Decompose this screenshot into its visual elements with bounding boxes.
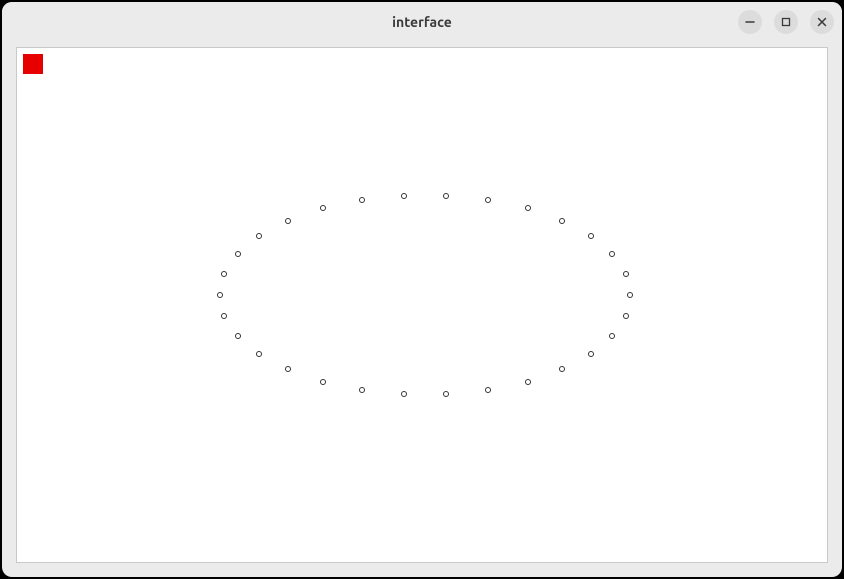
ellipse-dot xyxy=(217,292,223,298)
ellipse-dot xyxy=(443,193,449,199)
ellipse-dot xyxy=(525,379,531,385)
drawing-canvas[interactable] xyxy=(17,48,827,562)
ellipse-dot xyxy=(623,313,629,319)
window-title: interface xyxy=(392,14,452,30)
ellipse-dot xyxy=(401,391,407,397)
close-icon xyxy=(817,17,827,27)
ellipse-dot xyxy=(559,366,565,372)
ellipse-dot xyxy=(623,271,629,277)
ellipse-dot xyxy=(235,251,241,257)
maximize-icon xyxy=(781,17,791,27)
ellipse-dot xyxy=(221,313,227,319)
ellipse-dot xyxy=(256,233,262,239)
minimize-icon xyxy=(745,17,755,27)
ellipse-dot xyxy=(221,271,227,277)
ellipse-dot xyxy=(609,333,615,339)
ellipse-dot xyxy=(588,233,594,239)
ellipse-dot xyxy=(359,197,365,203)
ellipse-dot xyxy=(285,366,291,372)
ellipse-dot xyxy=(609,251,615,257)
red-square[interactable] xyxy=(23,54,43,74)
minimize-button[interactable] xyxy=(738,10,762,34)
ellipse-dot xyxy=(485,197,491,203)
ellipse-dot xyxy=(627,292,633,298)
ellipse-dot xyxy=(320,379,326,385)
maximize-button[interactable] xyxy=(774,10,798,34)
ellipse-dot xyxy=(485,387,491,393)
app-window: interface xyxy=(2,2,842,577)
titlebar[interactable]: interface xyxy=(2,2,842,42)
ellipse-dot xyxy=(559,218,565,224)
ellipse-dot xyxy=(256,351,262,357)
ellipse-dot xyxy=(235,333,241,339)
ellipse-dot xyxy=(588,351,594,357)
content-frame xyxy=(16,47,828,563)
ellipse-dot xyxy=(320,205,326,211)
ellipse-dot xyxy=(525,205,531,211)
window-controls xyxy=(738,10,834,34)
ellipse-dot xyxy=(401,193,407,199)
ellipse-dot xyxy=(359,387,365,393)
ellipse-dot xyxy=(443,391,449,397)
ellipse-dot xyxy=(285,218,291,224)
close-button[interactable] xyxy=(810,10,834,34)
